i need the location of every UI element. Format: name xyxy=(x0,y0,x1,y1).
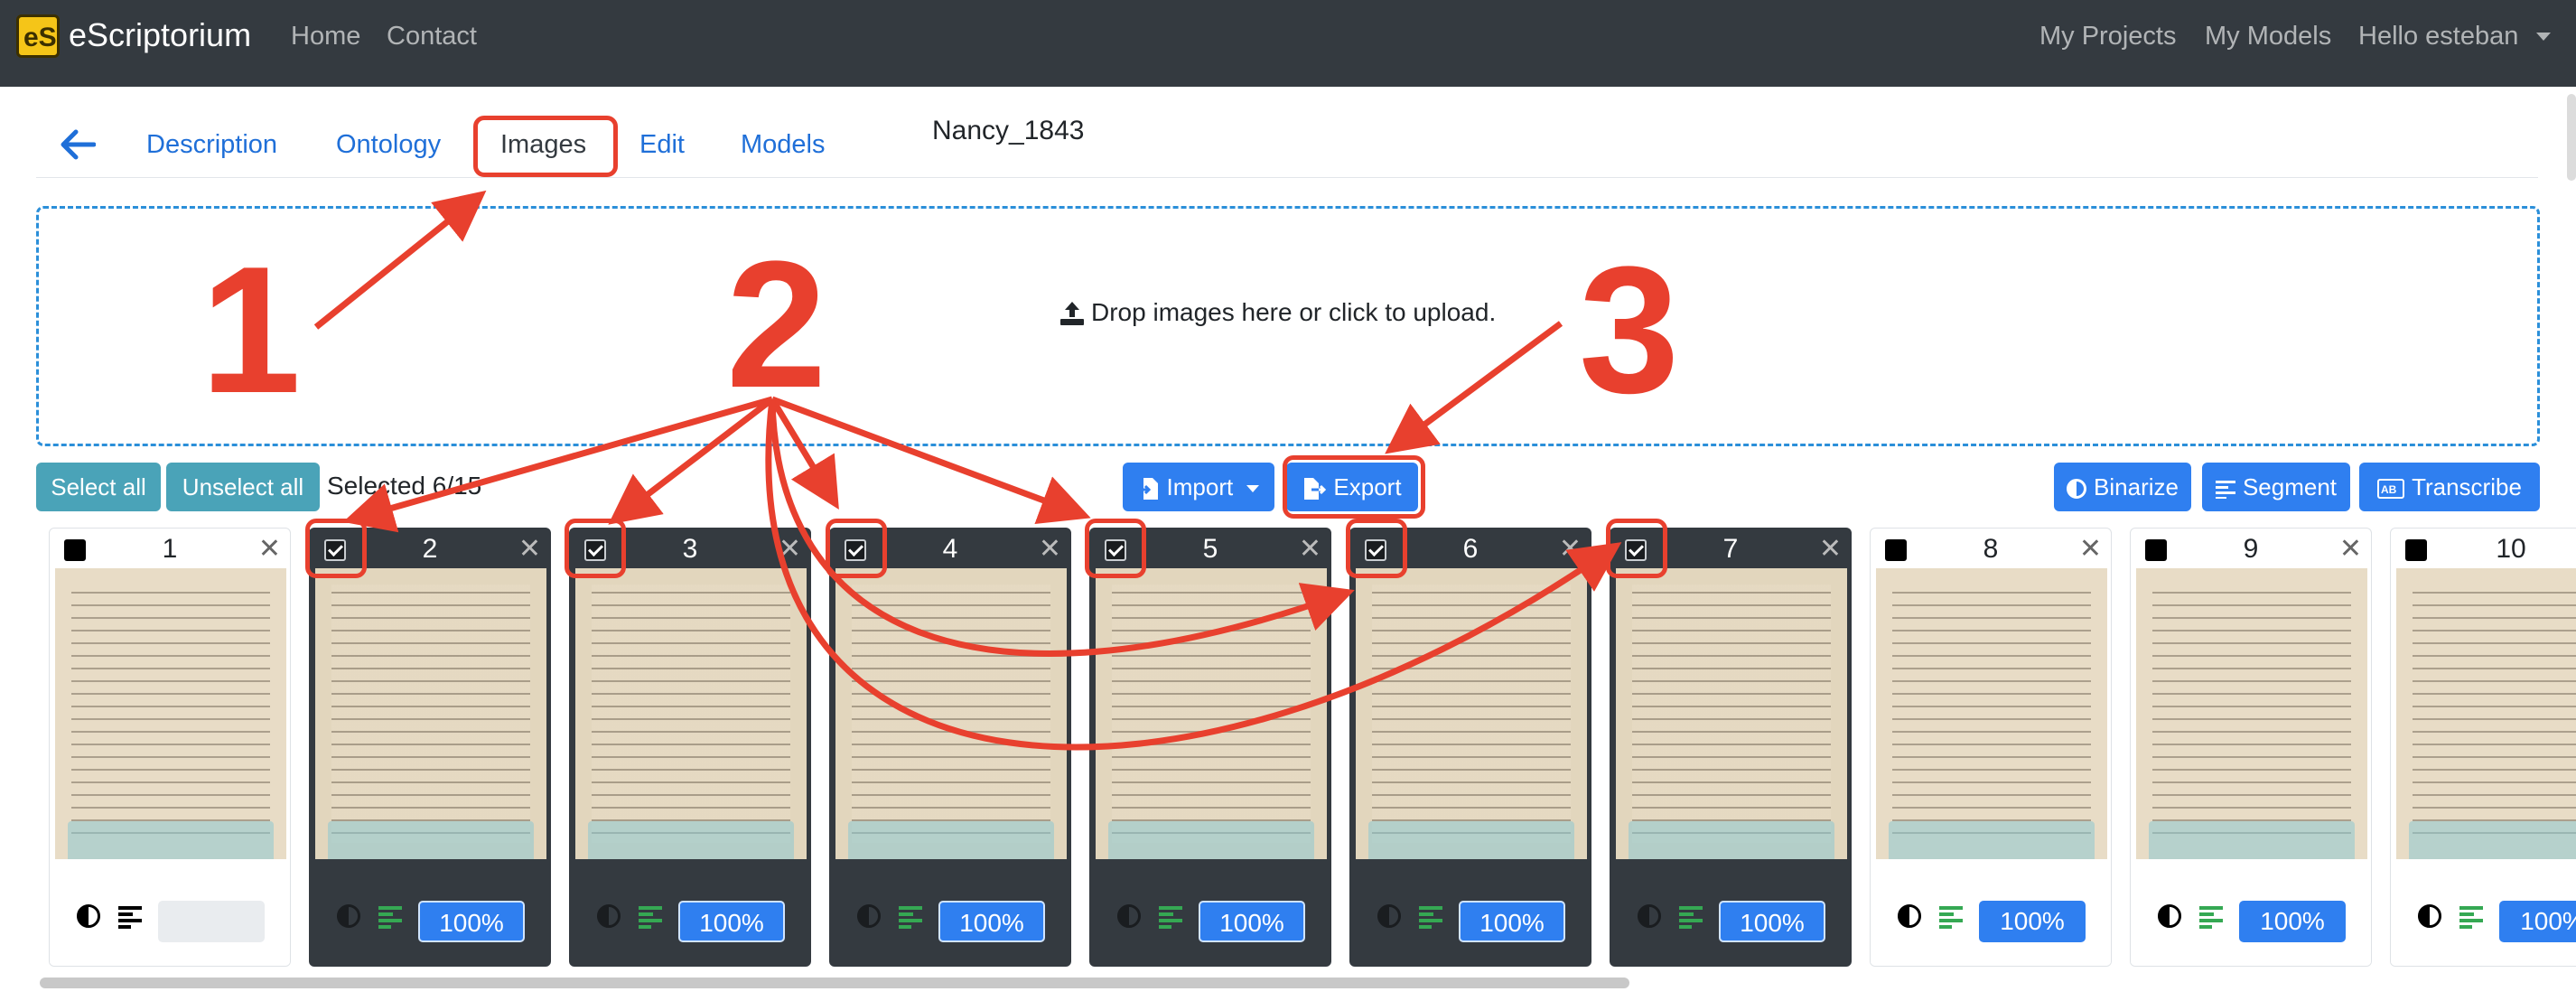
annotation-arrows xyxy=(313,190,1622,751)
horizontal-scrollbar[interactable] xyxy=(40,978,1629,988)
